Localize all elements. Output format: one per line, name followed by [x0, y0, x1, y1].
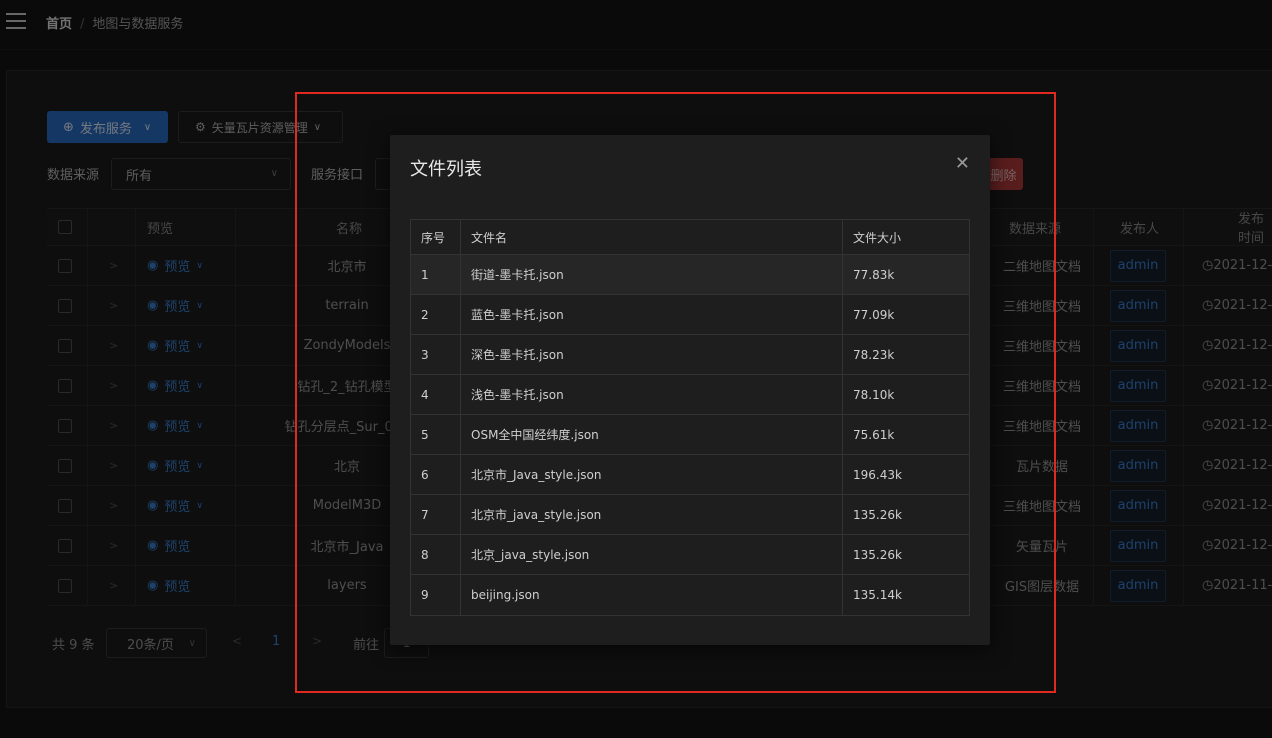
file-row[interactable]: 4 浅色-墨卡托.json 78.10k — [411, 375, 969, 415]
file-row[interactable]: 3 深色-墨卡托.json 78.23k — [411, 335, 969, 375]
file-table-header: 序号 文件名 文件大小 — [411, 220, 969, 255]
file-index: 7 — [411, 495, 461, 534]
file-size: 196.43k — [853, 467, 902, 482]
file-row[interactable]: 6 北京市_Java_style.json 196.43k — [411, 455, 969, 495]
file-list-dialog: 文件列表 ✕ 序号 文件名 文件大小 1 街道-墨卡托.json 77.83k 2 蓝色… — [390, 135, 990, 645]
file-row[interactable]: 8 北京_java_style.json 135.26k — [411, 535, 969, 575]
file-name: 北京市_java_style.json — [461, 495, 843, 534]
file-name: OSM全中国经纬度.json — [461, 415, 843, 454]
file-row[interactable]: 5 OSM全中国经纬度.json 75.61k — [411, 415, 969, 455]
column-header-filename: 文件名 — [461, 220, 843, 254]
file-row[interactable]: 1 街道-墨卡托.json 77.83k — [411, 255, 969, 295]
file-size: 77.09k — [853, 307, 895, 322]
dialog-title: 文件列表 — [410, 159, 482, 180]
file-index: 8 — [411, 535, 461, 574]
file-index: 4 — [411, 375, 461, 414]
file-size: 77.83k — [853, 267, 895, 282]
file-size: 75.61k — [853, 427, 895, 442]
file-table-body: 1 街道-墨卡托.json 77.83k 2 蓝色-墨卡托.json 77.09k 3 深色-… — [411, 255, 969, 615]
file-index: 3 — [411, 335, 461, 374]
file-index: 1 — [411, 255, 461, 294]
file-size: 135.26k — [853, 507, 902, 522]
file-table: 序号 文件名 文件大小 1 街道-墨卡托.json 77.83k 2 蓝色-墨卡托.js… — [410, 219, 970, 616]
file-name: beijing.json — [461, 575, 843, 615]
file-name: 浅色-墨卡托.json — [461, 375, 843, 414]
file-name: 街道-墨卡托.json — [461, 255, 843, 294]
close-icon[interactable]: ✕ — [955, 153, 970, 174]
file-row[interactable]: 9 beijing.json 135.14k — [411, 575, 969, 615]
file-index: 9 — [411, 575, 461, 615]
column-header-size: 文件大小 — [853, 230, 902, 245]
file-index: 2 — [411, 295, 461, 334]
file-name: 深色-墨卡托.json — [461, 335, 843, 374]
file-name: 北京_java_style.json — [461, 535, 843, 574]
file-index: 5 — [411, 415, 461, 454]
file-row[interactable]: 7 北京市_java_style.json 135.26k — [411, 495, 969, 535]
file-name: 北京市_Java_style.json — [461, 455, 843, 494]
file-size: 78.23k — [853, 347, 895, 362]
file-size: 78.10k — [853, 387, 895, 402]
file-index: 6 — [411, 455, 461, 494]
file-row[interactable]: 2 蓝色-墨卡托.json 77.09k — [411, 295, 969, 335]
file-size: 135.26k — [853, 547, 902, 562]
file-size: 135.14k — [853, 588, 902, 602]
column-header-index: 序号 — [411, 220, 461, 254]
file-name: 蓝色-墨卡托.json — [461, 295, 843, 334]
